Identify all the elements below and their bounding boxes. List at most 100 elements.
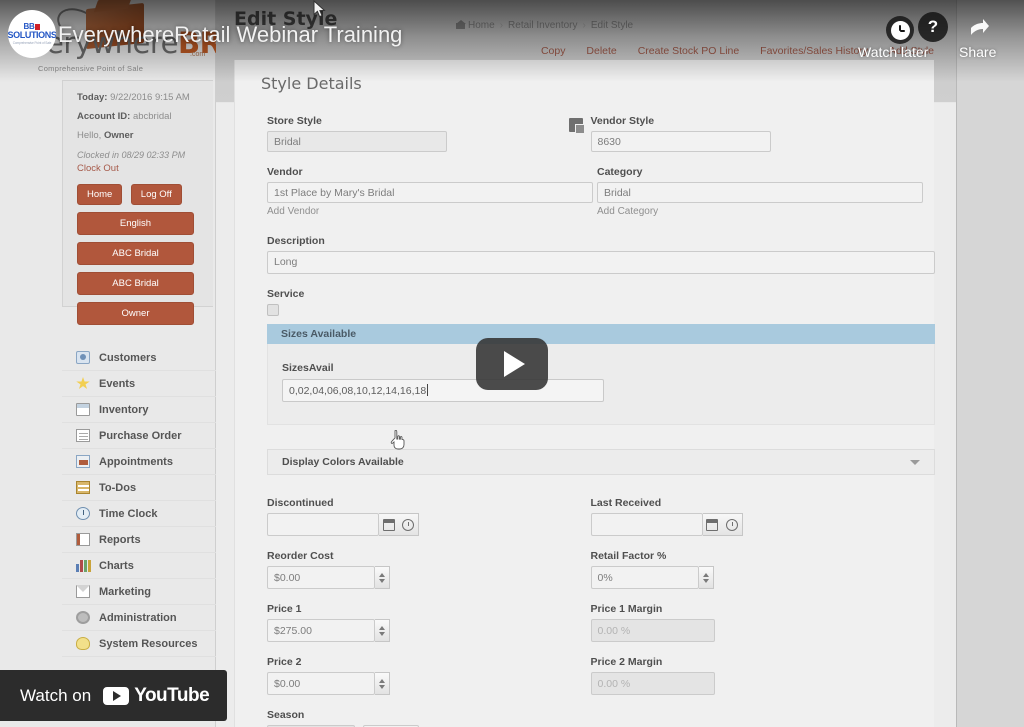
watch-later-button[interactable] (886, 16, 914, 44)
channel-avatar[interactable]: BB SOLUTIONS Comprehensive Point of Sale (8, 10, 56, 58)
page-right-gutter (956, 0, 1024, 727)
vendor-style-label: Vendor Style (590, 115, 655, 127)
sidebar-item-appointments[interactable]: Appointments (62, 449, 216, 475)
style-details-card: Style Details Store Style Bridal Vendor … (234, 60, 935, 727)
watch-later-label[interactable]: Watch later (858, 44, 928, 60)
calendar-icon[interactable] (706, 518, 719, 531)
last-received-date-group (590, 513, 911, 536)
add-category-link[interactable]: Add Category (597, 206, 923, 217)
price2-label: Price 2 (267, 656, 302, 668)
price1-stepper[interactable] (375, 619, 390, 642)
store-style-field: Store Style Bridal (267, 115, 587, 152)
location-button[interactable]: ABC Bridal (77, 272, 194, 295)
retail-factor-stepper[interactable] (698, 566, 714, 589)
account-label: Account ID: (77, 111, 131, 122)
vendor-style-input[interactable]: 8630 (590, 131, 771, 152)
home-button[interactable]: Home (77, 184, 123, 205)
app-sidebar: everywhereBRIDAL .com Comprehensive Poin… (0, 0, 296, 727)
sidebar-item-events[interactable]: Events (62, 371, 216, 397)
clock-icon[interactable] (402, 518, 415, 531)
store-style-input[interactable]: Bridal (267, 131, 447, 152)
sidebar-item-to-dos[interactable]: To-Dos (62, 475, 216, 501)
stepper-up-icon[interactable] (379, 625, 385, 630)
store-button[interactable]: ABC Bridal (77, 242, 194, 265)
add-vendor-link[interactable]: Add Vendor (267, 206, 593, 217)
discontinued-date-buttons[interactable] (379, 513, 419, 536)
watch-on-youtube-button[interactable]: Watch on YouTube (0, 670, 228, 721)
sidebar-label-administration: Administration (99, 611, 177, 624)
sidebar-item-system-resources[interactable]: System Resources (62, 631, 216, 657)
stepper-down-icon[interactable] (702, 578, 709, 583)
stepper-down-icon[interactable] (379, 684, 385, 689)
log-off-button[interactable]: Log Off (130, 184, 182, 205)
sidebar-item-reports[interactable]: Reports (62, 527, 216, 553)
sidebar-item-marketing[interactable]: Marketing (62, 579, 216, 605)
reorder-cost-input[interactable]: $0.00 (267, 566, 375, 589)
service-checkbox[interactable] (267, 304, 279, 316)
stepper-up-icon[interactable] (379, 678, 385, 683)
sizes-avail-input[interactable]: 0,02,04,06,08,10,12,14,16,18 (282, 379, 604, 402)
form-row-1: Store Style Bridal Vendor Style 8630 (267, 115, 910, 166)
stepper-up-icon[interactable] (379, 572, 385, 577)
avatar-line-3: Comprehensive Point of Sale (12, 41, 52, 45)
calendar-icon[interactable] (382, 518, 395, 531)
clock-icon[interactable] (725, 518, 738, 531)
vendor-label: Vendor (267, 166, 303, 178)
season-field: Season Select Season Year (267, 709, 587, 727)
description-textarea[interactable]: Long (267, 251, 935, 274)
help-button[interactable]: ? (918, 12, 948, 42)
today-line: Today: 9/22/2016 9:15 AM (77, 91, 203, 104)
share-icon[interactable] (962, 18, 990, 42)
last-received-date-buttons[interactable] (702, 513, 743, 536)
sidebar-label-reports: Reports (99, 533, 141, 546)
last-received-label: Last Received (590, 497, 662, 509)
sidebar-label-purchase-order: Purchase Order (99, 429, 182, 442)
price2-margin-input: 0.00 % (590, 672, 715, 695)
sidebar-item-purchase-order[interactable]: Purchase Order (62, 423, 216, 449)
form-col-left-3: Discontinued Reorder Cost $0.00 Price 1 … (267, 497, 587, 727)
category-select[interactable]: Bridal (597, 182, 923, 203)
sidebar-item-customers[interactable]: Customers (62, 345, 216, 371)
sidebar-item-administration[interactable]: Administration (62, 605, 216, 631)
price1-margin-input: 0.00 % (590, 619, 715, 642)
system-resources-icon (76, 637, 90, 650)
display-colors-available-collapsible[interactable]: Display Colors Available (267, 449, 935, 475)
retail-factor-input[interactable]: 0% (590, 566, 699, 589)
hello-label: Hello, (77, 130, 102, 141)
price1-input[interactable]: $275.00 (267, 619, 375, 642)
stepper-up-icon[interactable] (702, 572, 709, 577)
video-title[interactable]: EverywhereRetail Webinar Training (58, 22, 402, 48)
sidebar-item-charts[interactable]: Charts (62, 553, 216, 579)
sidebar-item-time-clock[interactable]: Time Clock (62, 501, 216, 527)
app-main-area: Edit Style Home›Retail Inventory›Edit St… (216, 0, 956, 727)
sidebar-item-inventory[interactable]: Inventory (62, 397, 216, 423)
account-line: Account ID: abcbridal (77, 110, 203, 123)
sizes-available-header[interactable]: Sizes Available (267, 324, 935, 344)
purchase-order-icon (76, 429, 90, 442)
price2-stepper[interactable] (375, 672, 390, 695)
stepper-down-icon[interactable] (379, 578, 385, 583)
store-style-picker-icon[interactable] (568, 118, 585, 134)
last-received-input[interactable] (590, 513, 703, 536)
language-button[interactable]: English (77, 212, 194, 235)
retail-factor-group: 0% (590, 566, 911, 589)
reorder-cost-stepper[interactable] (375, 566, 390, 589)
stepper-down-icon[interactable] (379, 631, 385, 636)
form-col-right-3: Last Received Retail Factor % 0% Price 1… (590, 497, 911, 727)
share-label[interactable]: Share (959, 44, 996, 60)
sidebar-nav: Customers Events Inventory Purchase Orde… (62, 345, 216, 657)
avatar-line-1: BB (24, 23, 41, 31)
youtube-player[interactable]: everywhereBRIDAL .com Comprehensive Poin… (0, 0, 1024, 727)
charts-icon (76, 559, 90, 572)
play-button[interactable] (476, 338, 548, 390)
discontinued-input[interactable] (267, 513, 379, 536)
store-style-label: Store Style (267, 115, 322, 127)
reorder-cost-field: Reorder Cost $0.00 (267, 550, 587, 589)
form-col-right-2: Category Bridal Add Category (597, 166, 923, 231)
clock-out-link[interactable]: Clock Out (77, 163, 203, 174)
price2-input[interactable]: $0.00 (267, 672, 375, 695)
sizes-avail-label: SizesAvail (282, 362, 334, 374)
role-button[interactable]: Owner (77, 302, 194, 325)
vendor-select[interactable]: 1st Place by Mary's Bridal (267, 182, 593, 203)
today-value: 9/22/2016 9:15 AM (110, 92, 190, 103)
